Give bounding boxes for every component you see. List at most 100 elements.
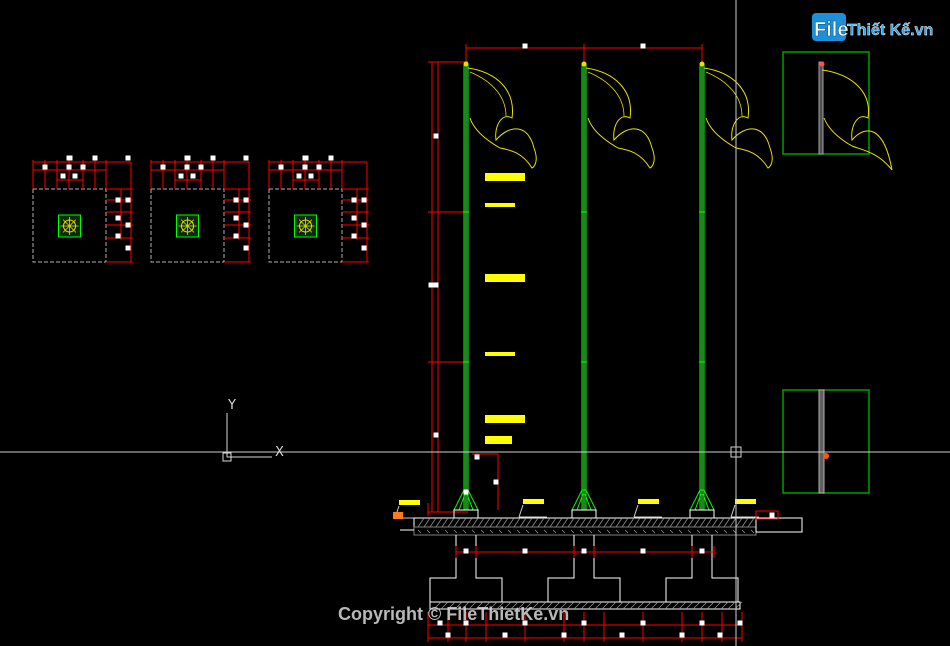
- grip-marker: [316, 164, 322, 170]
- slab-hatch: [735, 517, 743, 528]
- subbase-hatch: [462, 529, 467, 534]
- detail-pole: [818, 61, 824, 155]
- detail-joint-marker: [823, 453, 829, 459]
- base-plate-section: [689, 509, 715, 519]
- level-marker-1: [399, 500, 420, 505]
- subbase-hatch: [516, 529, 521, 534]
- detail-frame-pole: [782, 389, 870, 494]
- level-leader: [518, 504, 524, 518]
- lean-hatch: [643, 601, 652, 610]
- grip-marker: [699, 548, 705, 554]
- subbase-hatch: [669, 529, 674, 534]
- flag-outline: [585, 67, 655, 169]
- lean-hatch: [580, 601, 589, 610]
- crosshair-cursor[interactable]: [0, 0, 950, 646]
- foundation-3: [665, 535, 739, 603]
- grip-marker: [328, 155, 334, 161]
- grip-marker: [493, 479, 499, 485]
- slab-hatch: [663, 517, 671, 528]
- slab-subbase: [413, 526, 757, 536]
- grip-marker: [679, 632, 685, 638]
- foundation-plan-views: [32, 155, 369, 263]
- slab-hatch: [711, 517, 719, 528]
- lean-hatch: [692, 601, 701, 610]
- lean-hatch: [587, 601, 596, 610]
- lean-hatch: [615, 601, 624, 610]
- subbase-hatch: [678, 529, 683, 534]
- logo-file-text: File: [814, 19, 848, 41]
- slab-hatch: [681, 517, 689, 528]
- slab-hatch: [621, 517, 629, 528]
- grip-marker: [185, 155, 191, 161]
- lean-hatch: [727, 601, 736, 610]
- foundation-1: [429, 535, 503, 603]
- subbase-hatch: [561, 529, 566, 534]
- grip-marker: [522, 43, 528, 49]
- grip-marker: [243, 222, 249, 228]
- lean-hatch: [636, 601, 645, 610]
- detail-frame-border: [782, 51, 870, 155]
- grip-marker: [361, 245, 367, 251]
- grip-marker: [60, 173, 66, 179]
- flag-outline: [467, 67, 537, 169]
- slab-hatch: [615, 517, 623, 528]
- plan-view-1: [32, 155, 133, 263]
- subbase-hatch: [696, 529, 701, 534]
- level-marker-4: [735, 499, 756, 504]
- lean-hatch: [650, 601, 659, 610]
- grip-marker: [115, 197, 121, 203]
- subbase-hatch: [723, 529, 728, 534]
- subbase-hatch: [507, 529, 512, 534]
- grip-marker: [233, 233, 239, 239]
- slab-hatch: [435, 517, 443, 528]
- slab-hatch: [603, 517, 611, 528]
- slab-hatch: [489, 517, 497, 528]
- annotation-label-6: [485, 436, 512, 444]
- grip-marker: [433, 282, 439, 288]
- footing-outline: [547, 535, 621, 603]
- grip-marker: [303, 155, 309, 161]
- grip-marker: [125, 222, 131, 228]
- grip-marker: [351, 215, 357, 221]
- slab-hatch: [645, 517, 653, 528]
- slab-hatch: [531, 517, 539, 528]
- detail-frame-flag: [782, 51, 893, 171]
- subbase-hatch: [543, 529, 548, 534]
- lean-hatch: [657, 601, 666, 610]
- subbase-hatch: [642, 529, 647, 534]
- slab-hatch: [429, 517, 437, 528]
- grip-marker: [433, 432, 439, 438]
- subbase-hatch: [588, 529, 593, 534]
- slab-hatch: [741, 517, 749, 528]
- grip-marker: [737, 620, 743, 626]
- slab-hatch: [693, 517, 701, 528]
- slab-hatch: [591, 517, 599, 528]
- detail-finial: [819, 61, 825, 67]
- footing-outline: [665, 535, 739, 603]
- grip-marker: [699, 620, 705, 626]
- slab-hatch: [561, 517, 569, 528]
- grip-marker: [125, 197, 131, 203]
- grip-marker: [184, 164, 190, 170]
- slab-hatch: [633, 517, 641, 528]
- grip-marker: [474, 454, 480, 460]
- level-marker-2: [523, 499, 544, 504]
- grip-marker: [178, 173, 184, 179]
- detail-frame-border: [782, 389, 870, 494]
- lean-hatch: [678, 601, 687, 610]
- grip-marker: [463, 489, 469, 495]
- grip-marker: [243, 197, 249, 203]
- slab-hatch: [573, 517, 581, 528]
- slab-hatch: [483, 517, 491, 528]
- slab-hatch: [597, 517, 605, 528]
- slab-hatch: [657, 517, 665, 528]
- slab-hatch: [447, 517, 455, 528]
- slab-hatch: [651, 517, 659, 528]
- slab-hatch: [417, 517, 425, 528]
- detail-flag-outline: [821, 69, 893, 171]
- cad-drawing-canvas[interactable]: Y X File Thiết Kế.vn Copyright © FileThi…: [0, 0, 950, 646]
- slab-hatch: [609, 517, 617, 528]
- subbase-hatch: [435, 529, 440, 534]
- annotation-label-1: [485, 173, 525, 181]
- subbase-hatch: [444, 529, 449, 534]
